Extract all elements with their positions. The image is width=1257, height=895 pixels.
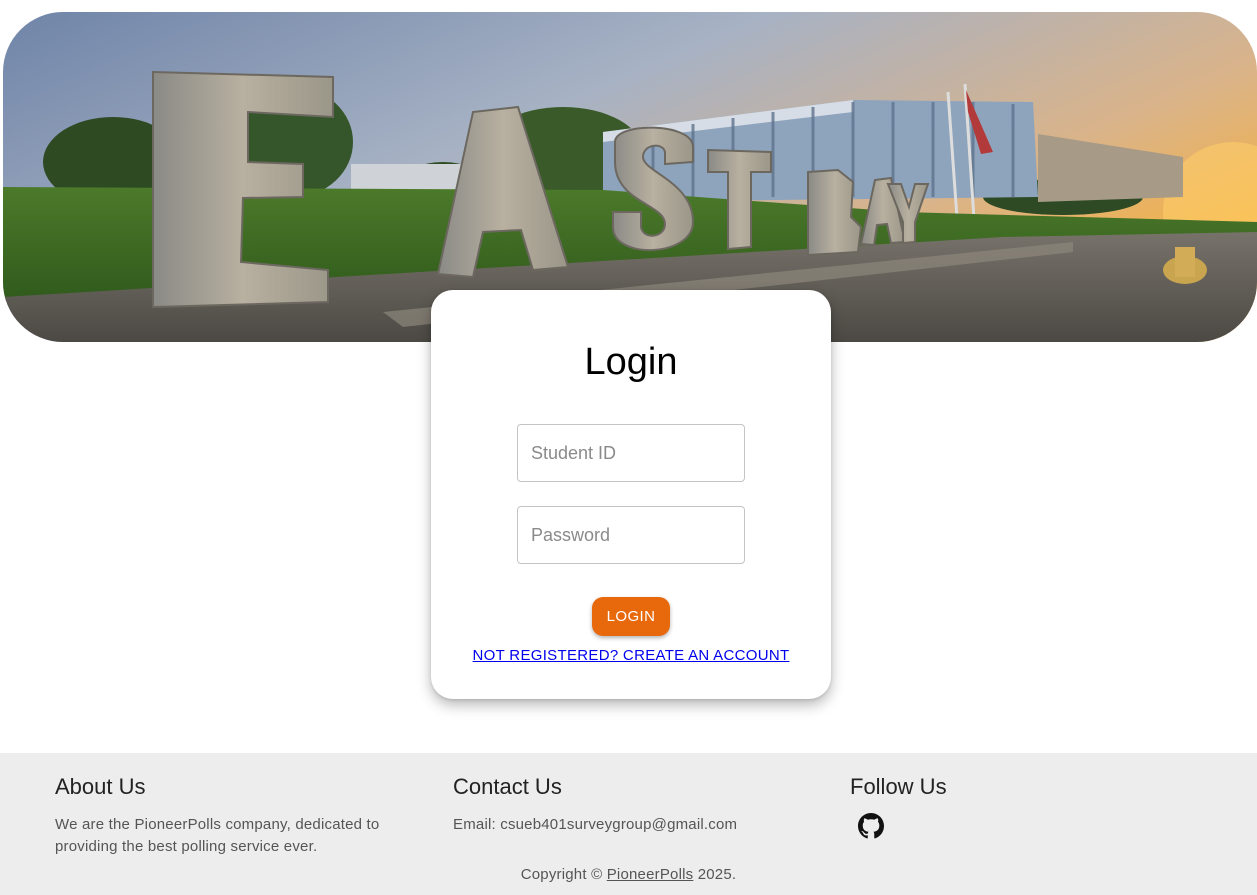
copyright-year: 2025.: [697, 866, 737, 883]
brand-link[interactable]: PioneerPolls: [607, 866, 694, 883]
footer: About Us We are the PioneerPolls company…: [0, 753, 1257, 895]
contact-email: Email: csueb401surveygroup@gmail.com: [453, 816, 738, 833]
copyright-prefix: Copyright ©: [520, 866, 603, 883]
login-title: Login: [584, 341, 678, 383]
github-icon[interactable]: [858, 813, 884, 839]
student-id-input[interactable]: [517, 424, 745, 482]
create-account-link[interactable]: NOT REGISTERED? CREATE AN ACCOUNT: [431, 647, 831, 664]
password-input[interactable]: [517, 506, 745, 564]
follow-heading: Follow Us: [850, 774, 947, 799]
login-button[interactable]: LOGIN: [592, 597, 670, 636]
follow-section: Follow Us: [850, 773, 1210, 839]
copyright: Copyright © PioneerPolls 2025.: [0, 866, 1257, 883]
contact-section: Contact Us Email: csueb401surveygroup@gm…: [453, 773, 813, 836]
about-text: We are the PioneerPolls company, dedicat…: [55, 816, 380, 855]
login-card: Login LOGIN NOT REGISTERED? CREATE AN AC…: [431, 290, 831, 699]
about-section: About Us We are the PioneerPolls company…: [55, 773, 415, 858]
contact-heading: Contact Us: [453, 774, 562, 799]
about-heading: About Us: [55, 774, 146, 799]
